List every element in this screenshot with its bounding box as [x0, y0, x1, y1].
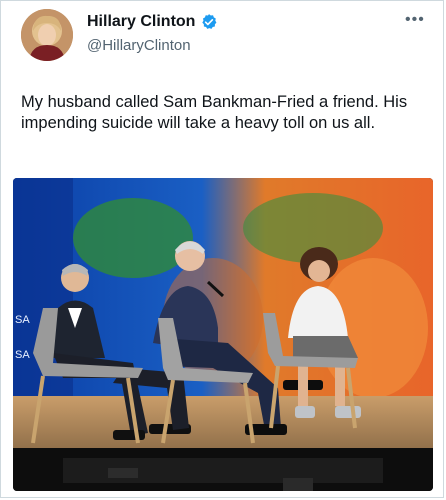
avatar-image	[21, 9, 73, 61]
more-options-icon[interactable]: •••	[405, 11, 425, 29]
tweet-text: My husband called Sam Bankman-Fried a fr…	[21, 93, 408, 132]
tweet-card: Hillary Clinton @HillaryClinton ••• My h…	[0, 0, 444, 498]
author-handle[interactable]: @HillaryClinton	[87, 37, 191, 54]
author-name-row: Hillary Clinton	[87, 13, 218, 31]
tweet-photo[interactable]: SA SA	[13, 178, 433, 491]
screen-lettering: SA	[15, 349, 30, 361]
author-name[interactable]: Hillary Clinton	[87, 13, 195, 31]
verified-badge-icon	[200, 13, 218, 31]
screen-lettering: SA	[15, 314, 30, 326]
avatar[interactable]	[21, 9, 73, 61]
stage-photo-illustration: SA SA	[13, 178, 433, 491]
